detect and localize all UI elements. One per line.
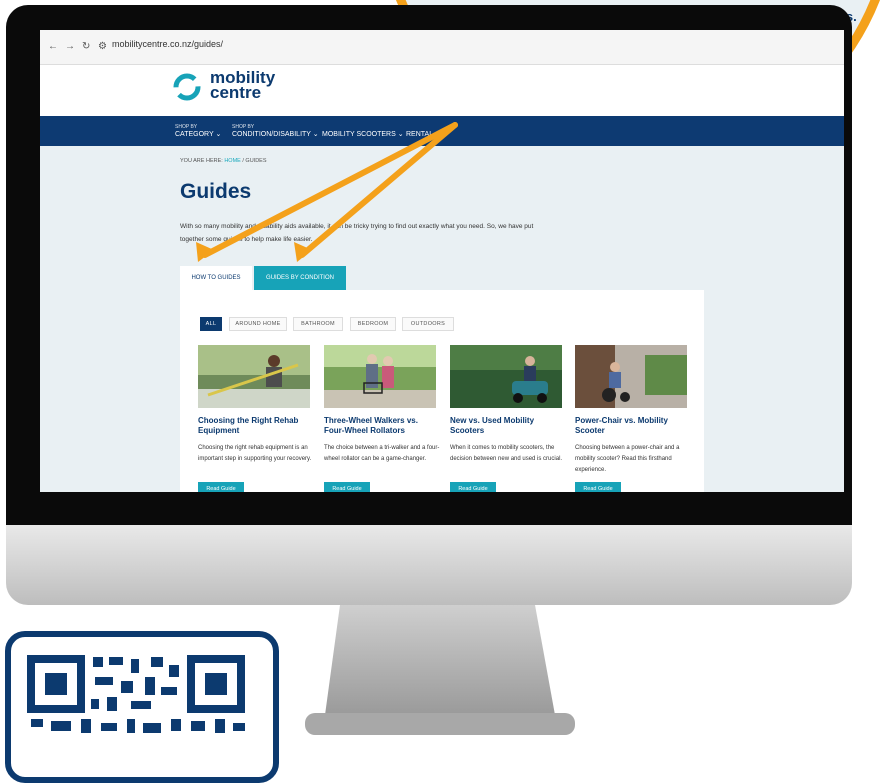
qr-code[interactable] — [5, 631, 279, 783]
qr-pattern — [27, 655, 245, 733]
